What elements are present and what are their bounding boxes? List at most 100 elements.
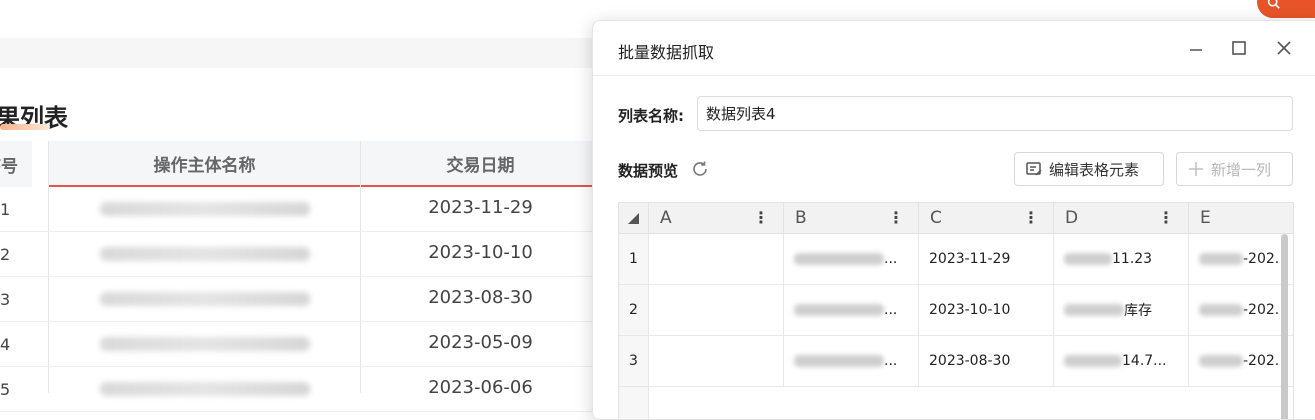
row-index: 4 bbox=[0, 335, 11, 354]
column-header-e[interactable]: E bbox=[1189, 203, 1293, 234]
search-float-button[interactable] bbox=[1257, 0, 1315, 18]
trade-date: 2023-11-29 bbox=[428, 197, 533, 218]
grid-cell-a[interactable] bbox=[649, 336, 784, 387]
search-icon bbox=[1267, 0, 1280, 9]
plus-icon bbox=[1189, 162, 1203, 176]
table-row[interactable]: 1 2023-11-29 bbox=[0, 187, 600, 232]
edit-table-elements-button[interactable]: 编辑表格元素 bbox=[1014, 152, 1164, 186]
grid-cell-e[interactable]: -202. bbox=[1189, 285, 1293, 336]
blurred-text bbox=[1199, 253, 1243, 265]
entity-name-blurred bbox=[100, 337, 310, 351]
list-name-input[interactable] bbox=[697, 96, 1293, 131]
column-header-a[interactable]: A ⋮ bbox=[649, 203, 784, 234]
col-header-index: 序号 bbox=[0, 141, 32, 187]
table-row[interactable]: 2 2023-10-10 bbox=[0, 232, 600, 277]
blurred-text bbox=[1064, 253, 1112, 265]
trade-date: 2023-06-06 bbox=[428, 377, 533, 398]
row-index: 1 bbox=[0, 200, 11, 219]
grid-cell-c[interactable]: 2023-08-30 bbox=[919, 336, 1054, 387]
entity-name-blurred bbox=[100, 202, 310, 216]
column-header-c[interactable]: C ⋮ bbox=[919, 203, 1054, 234]
edit-table-icon bbox=[1026, 162, 1042, 176]
col-header-date: 交易日期 bbox=[361, 141, 600, 187]
column-letter: A bbox=[660, 208, 672, 228]
entity-name-blurred bbox=[100, 247, 310, 261]
entity-name-blurred bbox=[100, 292, 310, 306]
cell-suffix: -202. bbox=[1243, 302, 1280, 318]
cell-suffix: -202. bbox=[1243, 251, 1280, 267]
column-letter: B bbox=[795, 208, 807, 228]
data-preview-grid: A ⋮ B ⋮ C ⋮ D ⋮ E 1 ... 2023-11-29 11.23… bbox=[618, 202, 1294, 419]
blurred-text bbox=[794, 253, 884, 265]
col-header-entity: 操作主体名称 bbox=[49, 141, 360, 187]
cell-suffix: ... bbox=[884, 353, 898, 369]
column-menu-icon[interactable]: ⋮ bbox=[1023, 208, 1039, 227]
grid-scrollbar[interactable] bbox=[1281, 234, 1288, 419]
minimize-button[interactable] bbox=[1186, 38, 1206, 58]
table-row[interactable]: 4 2023-05-09 bbox=[0, 322, 600, 367]
edit-table-label: 编辑表格元素 bbox=[1049, 160, 1140, 179]
blurred-text bbox=[1064, 304, 1124, 316]
column-menu-icon[interactable]: ⋮ bbox=[1158, 208, 1174, 227]
table-row[interactable]: 3 2023-08-30 bbox=[0, 277, 600, 322]
table-row[interactable]: 5 2023-06-06 bbox=[0, 367, 600, 412]
grid-cell-c[interactable]: 2023-11-29 bbox=[919, 234, 1054, 285]
grid-cell-a[interactable] bbox=[649, 234, 784, 285]
grid-cell-c[interactable]: 2023-10-10 bbox=[919, 285, 1054, 336]
entity-name-blurred bbox=[100, 382, 310, 396]
grid-cell-b[interactable]: ... bbox=[784, 285, 919, 336]
column-letter: E bbox=[1200, 208, 1211, 228]
grid-cell-a[interactable] bbox=[649, 285, 784, 336]
row-index: 2 bbox=[0, 245, 11, 264]
refresh-icon bbox=[693, 161, 707, 176]
row-number: 2 bbox=[619, 285, 649, 336]
grid-cell-b[interactable]: ... bbox=[784, 234, 919, 285]
column-letter: C bbox=[930, 208, 942, 228]
refresh-button[interactable] bbox=[691, 160, 709, 178]
dialog-header: 批量数据抓取 bbox=[593, 21, 1315, 76]
row-number bbox=[619, 387, 649, 419]
cell-suffix: 库存 bbox=[1124, 303, 1152, 319]
row-number: 3 bbox=[619, 336, 649, 387]
column-header-d[interactable]: D ⋮ bbox=[1054, 203, 1189, 234]
select-all-corner[interactable] bbox=[619, 203, 649, 234]
cell-suffix: 11.23 bbox=[1112, 251, 1153, 267]
grid-cell-e[interactable]: -202. bbox=[1189, 234, 1293, 285]
column-letter: D bbox=[1065, 208, 1079, 228]
close-button[interactable] bbox=[1274, 38, 1294, 58]
minimize-icon bbox=[1190, 49, 1202, 51]
column-header-b[interactable]: B ⋮ bbox=[784, 203, 919, 234]
trade-date: 2023-05-09 bbox=[428, 332, 533, 353]
trade-date: 2023-08-30 bbox=[428, 287, 533, 308]
preview-label: 数据预览 bbox=[618, 162, 679, 180]
grid-cell-e[interactable]: -202. bbox=[1189, 336, 1293, 387]
dialog-title: 批量数据抓取 bbox=[618, 43, 715, 62]
grid-cell-d[interactable]: 14.7... bbox=[1054, 336, 1189, 387]
cell-suffix: 14.7... bbox=[1122, 353, 1167, 369]
cell-suffix: ... bbox=[884, 302, 898, 318]
cell-suffix: ... bbox=[884, 251, 898, 267]
row-index: 5 bbox=[0, 380, 11, 399]
corner-triangle-icon bbox=[628, 213, 639, 224]
row-index: 3 bbox=[0, 290, 11, 309]
grid-cell-d[interactable]: 11.23 bbox=[1054, 234, 1189, 285]
top-strip bbox=[0, 38, 600, 68]
batch-scrape-dialog: 批量数据抓取 列表名称: 数据预览 编辑表格元素 新增一列 A ⋮ B bbox=[592, 20, 1315, 420]
add-column-button[interactable]: 新增一列 bbox=[1176, 152, 1293, 186]
trade-date: 2023-10-10 bbox=[428, 242, 533, 263]
grid-cell-d[interactable]: 库存 bbox=[1054, 285, 1189, 336]
blurred-text bbox=[1064, 355, 1122, 367]
list-name-label: 列表名称: bbox=[618, 107, 684, 125]
add-column-label: 新增一列 bbox=[1211, 160, 1272, 179]
title-underline bbox=[0, 124, 50, 130]
blurred-text bbox=[1199, 304, 1243, 316]
maximize-button[interactable] bbox=[1229, 38, 1249, 58]
column-menu-icon[interactable]: ⋮ bbox=[888, 208, 904, 227]
row-number: 1 bbox=[619, 234, 649, 285]
column-menu-icon[interactable]: ⋮ bbox=[753, 208, 769, 227]
blurred-text bbox=[794, 304, 884, 316]
blurred-text bbox=[794, 355, 884, 367]
blurred-text bbox=[1199, 355, 1243, 367]
maximize-icon bbox=[1232, 41, 1246, 55]
grid-cell-b[interactable]: ... bbox=[784, 336, 919, 387]
